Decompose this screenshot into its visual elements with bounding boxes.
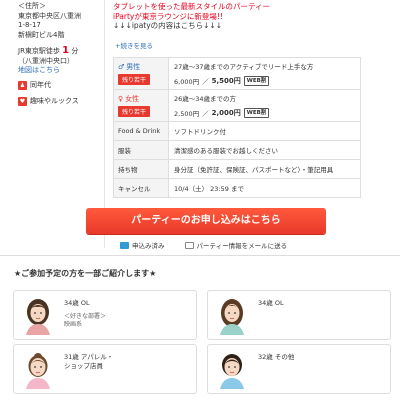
participant-description: 34歳 OL: [258, 299, 284, 308]
participant-age-job: 31歳 アパレル・: [64, 353, 114, 361]
food-label: Food & Drink: [113, 121, 169, 141]
venue-address-line-3: 新槇町ビル4階: [18, 30, 65, 39]
station-exit: （八重洲中央口）: [18, 56, 74, 65]
female-price-separator: ／: [202, 110, 209, 118]
male-price-separator: ／: [202, 78, 209, 86]
female-label: 女性: [125, 95, 140, 103]
female-gender: ♀ 女性: [118, 94, 168, 104]
female-avatar-icon: [220, 354, 244, 389]
male-web-badge: WEB割: [243, 76, 270, 86]
party-intro: タブレットを使った最新スタイルのパーティー iPartyが東京ラウンジに新登場!…: [113, 2, 270, 31]
dress-value: 清潔感のある服装でお越しください: [168, 140, 361, 160]
map-link[interactable]: 地図はこちら: [18, 66, 81, 76]
female-regular-price: 2,500円: [174, 110, 200, 118]
male-row: ♂ 男性 残り若干 27歳～37歳までのアクティブでリード上手な方 6,000円…: [113, 57, 361, 90]
sub-actions: 申込み済み パーティー情報をメールに送る: [120, 240, 287, 250]
male-gender: ♂ 男性: [118, 62, 168, 72]
participant-card[interactable]: 34歳 OL: [207, 290, 391, 340]
heart-icon: ♥: [18, 96, 27, 106]
venue-address-line-2: 1-8-17: [18, 21, 41, 29]
intro-line-1: タブレットを使った最新スタイルのパーティー: [113, 2, 271, 11]
intro-line-3: ↓↓↓ipatyの内容はこちら↓↓↓: [113, 21, 223, 30]
applied-icon: [120, 241, 129, 249]
items-row: 持ち物 身分証（免許証、保険証、パスポートなど）・筆記用具: [113, 159, 361, 179]
applied-label: 申込み済み: [132, 242, 165, 250]
venue-address-label: ＜住所＞: [18, 2, 46, 10]
intro-line-2: iPartyが東京ラウンジに新登場!!: [113, 11, 223, 21]
venue-info: ＜住所＞ 東京都中央区八重洲 1-8-17 新槇町ビル4階 JR東京駅徒歩 1 …: [18, 2, 81, 76]
participant-card[interactable]: 34歳 OL ＜好きな部署＞ 映画系: [13, 290, 197, 340]
participant-age-job: 34歳 OL: [258, 299, 284, 307]
female-price: 2,500円 ／ 2,000円 WEB割: [174, 108, 360, 118]
female-avatar-icon: [220, 299, 244, 335]
station-minutes: 1: [62, 45, 70, 56]
participant-note-label: ＜好きな部署＞: [64, 312, 107, 320]
venue-address-line-1: 東京都中央区八重洲: [18, 11, 81, 20]
participant-note-value: 映画系: [64, 321, 83, 328]
email-label: パーティー情報をメールに送る: [196, 242, 288, 250]
station-unit: 分: [71, 47, 79, 55]
tag-label: 同年代: [30, 81, 51, 89]
male-icon: ♂: [118, 63, 125, 71]
female-availability-badge: 残り若干: [118, 106, 151, 117]
male-price: 6,000円 ／ 5,500円 WEB割: [174, 76, 360, 86]
participant-description: 32歳 その他: [258, 353, 294, 362]
cancel-row: キャンセル 10/4（土） 23:59 まで: [113, 178, 361, 198]
participant-age-job: 34歳 OL: [64, 299, 90, 307]
female-web-badge: WEB割: [243, 108, 270, 118]
male-availability-badge: 残り若干: [118, 74, 151, 85]
applied-link[interactable]: 申込み済み: [120, 240, 165, 250]
read-more-link[interactable]: +続きを見る: [115, 40, 153, 50]
male-condition: 27歳～37歳までのアクティブでリード上手な方: [174, 63, 314, 71]
participant-description: 31歳 アパレル・ ショップ店員: [64, 353, 113, 370]
apply-button[interactable]: パーティーのお申し込みはこちら: [86, 208, 326, 234]
email-link[interactable]: パーティー情報をメールに送る: [184, 240, 288, 250]
female-row: ♀ 女性 残り若干 26歳～34歳までの方 2,500円 ／ 2,000円 WE…: [113, 89, 361, 122]
male-label: 男性: [126, 63, 141, 71]
participant-age-job: 32歳 その他: [258, 353, 295, 361]
female-icon: ♀: [118, 95, 124, 103]
male-web-price: 5,500円: [211, 77, 241, 85]
participant-card[interactable]: 32歳 その他: [207, 344, 391, 394]
food-value: ソフトドリンク付: [168, 121, 361, 141]
tag-same-generation: ♟ 同年代: [18, 80, 51, 90]
dress-row: 服装 清潔感のある服装でお越しください: [113, 140, 361, 160]
tag-label: 趣味やルックス: [30, 97, 79, 105]
items-label: 持ち物: [113, 159, 169, 179]
party-info-table: ♂ 男性 残り若干 27歳～37歳までのアクティブでリード上手な方 6,000円…: [113, 57, 361, 198]
female-condition: 26歳～34歳までの方: [174, 95, 237, 103]
participant-description: 34歳 OL ＜好きな部署＞ 映画系: [64, 299, 106, 330]
tag-hobby-looks: ♥ 趣味やルックス: [18, 96, 79, 106]
food-row: Food & Drink ソフトドリンク付: [113, 121, 361, 141]
mail-icon: [184, 241, 194, 249]
male-regular-price: 6,000円: [174, 78, 200, 86]
section-divider: [0, 255, 400, 256]
station-prefix: JR東京駅徒歩: [18, 47, 60, 55]
female-web-price: 2,000円: [211, 109, 241, 117]
station-access: JR東京駅徒歩 1 分: [18, 46, 81, 57]
female-label-cell: ♀ 女性 残り若干: [113, 89, 169, 122]
female-value-cell: 26歳～34歳までの方 2,500円 ／ 2,000円 WEB割: [168, 89, 361, 122]
participants-title: ★ご参加予定の方を一部ご紹介します★: [14, 269, 157, 278]
cancel-value: 10/4（土） 23:59 まで: [168, 178, 361, 198]
female-avatar-icon: [26, 299, 50, 335]
people-icon: ♟: [18, 80, 27, 90]
male-value-cell: 27歳～37歳までのアクティブでリード上手な方 6,000円 ／ 5,500円 …: [168, 57, 361, 90]
items-value: 身分証（免許証、保険証、パスポートなど）・筆記用具: [168, 159, 361, 179]
dress-label: 服装: [113, 140, 169, 160]
cancel-label: キャンセル: [113, 178, 169, 198]
participant-age-job-cont: ショップ店員: [64, 361, 103, 370]
male-label-cell: ♂ 男性 残り若干: [113, 57, 169, 90]
participant-card[interactable]: 31歳 アパレル・ ショップ店員: [13, 344, 197, 394]
female-avatar-icon: [26, 353, 50, 389]
